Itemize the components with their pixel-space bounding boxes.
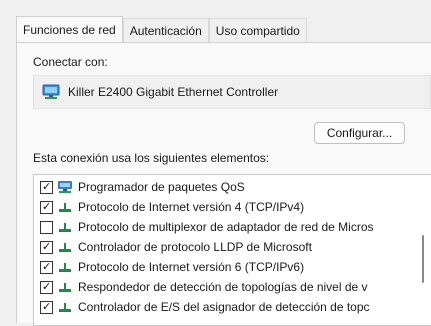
item-label: Controlador de E/S del asignador de dete… [78, 300, 370, 314]
list-item[interactable]: Protocolo de multiplexor de adaptador de… [34, 217, 414, 237]
configure-button[interactable]: Configurar... [314, 122, 405, 144]
item-checkbox[interactable]: ✓ [40, 201, 53, 214]
items-list[interactable]: ✓ Programador de paquetes QoS ✓ Protocol… [33, 174, 431, 326]
item-checkbox[interactable]: ✓ [40, 241, 53, 254]
tab-autenticacion[interactable]: Autenticación [122, 18, 209, 43]
tab-strip: Funciones de red Autenticación Uso compa… [16, 16, 307, 43]
item-label: Programador de paquetes QoS [78, 180, 245, 194]
tab-uso-compartido[interactable]: Uso compartido [208, 18, 307, 43]
item-label: Protocolo de Internet versión 6 (TCP/IPv… [78, 260, 305, 274]
scrollbar-thumb[interactable] [422, 235, 424, 283]
protocol-icon [59, 223, 71, 232]
list-item[interactable]: ✓ Controlador de E/S del asignador de de… [34, 297, 414, 317]
adapter-name: Killer E2400 Gigabit Ethernet Controller [68, 85, 279, 99]
item-checkbox[interactable]: ✓ [40, 261, 53, 274]
tab-funciones-de-red[interactable]: Funciones de red [16, 16, 123, 43]
connect-label: Conectar con: [33, 55, 108, 69]
item-label: Protocolo de multiplexor de adaptador de… [78, 220, 374, 234]
checkmark-icon: ✓ [42, 201, 52, 213]
list-item[interactable]: ✓ Programador de paquetes QoS [34, 177, 414, 197]
list-item[interactable]: ✓ Controlador de protocolo LLDP de Micro… [34, 237, 414, 257]
item-label: Respondedor de detección de topologías d… [78, 280, 368, 294]
checkmark-icon: ✓ [42, 261, 52, 273]
list-item[interactable]: ✓ Protocolo de Internet versión 4 (TCP/I… [34, 197, 414, 217]
item-checkbox[interactable]: ✓ [40, 301, 53, 314]
item-checkbox[interactable]: ✓ [40, 181, 53, 194]
items-label: Esta conexión usa los siguientes element… [33, 151, 270, 165]
protocol-icon [59, 263, 71, 272]
list-scrollbar[interactable] [416, 175, 430, 325]
protocol-icon [59, 203, 71, 212]
checkmark-icon: ✓ [42, 281, 52, 293]
list-item[interactable]: ✓ Protocolo de Internet versión 6 (TCP/I… [34, 257, 414, 277]
network-adapter-icon [42, 84, 60, 99]
tab-panel: Conectar con: Killer E2400 Gigabit Ether… [16, 42, 431, 326]
item-label: Protocolo de Internet versión 4 (TCP/IPv… [78, 200, 305, 214]
list-item[interactable]: ✓ Respondedor de detección de topologías… [34, 277, 414, 297]
item-label: Controlador de protocolo LLDP de Microso… [78, 240, 312, 254]
item-checkbox[interactable] [40, 221, 53, 234]
protocol-icon [59, 303, 71, 312]
adapter-box: Killer E2400 Gigabit Ethernet Controller [33, 75, 431, 109]
checkmark-icon: ✓ [42, 181, 52, 193]
item-checkbox[interactable]: ✓ [40, 281, 53, 294]
protocol-icon [59, 283, 71, 292]
qos-network-icon [58, 181, 72, 193]
checkmark-icon: ✓ [42, 241, 52, 253]
protocol-icon [59, 243, 71, 252]
checkmark-icon: ✓ [42, 301, 52, 313]
